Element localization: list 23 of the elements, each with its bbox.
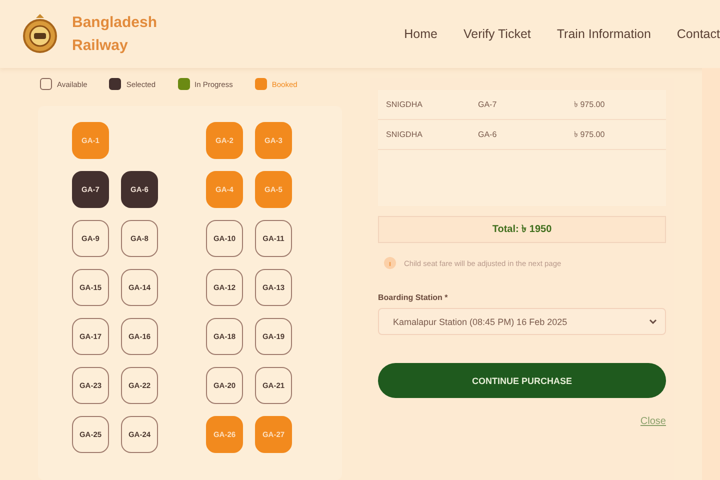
nav-link[interactable]: Home xyxy=(404,27,438,41)
total-amount: Total: ৳ 1950 xyxy=(492,223,552,237)
nav-link[interactable]: Train Information xyxy=(556,27,651,41)
chevron-down-icon xyxy=(649,319,657,324)
railway-emblem-icon xyxy=(22,12,58,56)
boarding-station-select[interactable]: Kamalapur Station (08:45 PM) 16 Feb 2025 xyxy=(378,308,666,335)
info-icon xyxy=(384,257,396,269)
table-cell-text: ৳ 975.00 xyxy=(574,129,606,141)
table-cell-text: SNIGDHA xyxy=(386,130,424,139)
brand-name: Bangladesh xyxy=(72,14,158,31)
table-cell-text: ৳ 975.00 xyxy=(574,99,606,111)
table-cell-text: GA-7 xyxy=(478,100,498,109)
nav-link[interactable]: Verify Ticket xyxy=(463,27,531,41)
nav-link[interactable]: Contact xyxy=(676,27,720,41)
brand-name: Railway xyxy=(72,37,129,54)
legend-swatch xyxy=(178,78,190,90)
continue-purchase-button[interactable]: CONTINUE PURCHASE xyxy=(378,363,666,398)
table-cell-text: SNIGDHA xyxy=(386,100,424,109)
field-label: Boarding Station * xyxy=(378,293,449,302)
table-cell-text: GA-6 xyxy=(478,130,498,139)
legend-swatch xyxy=(109,78,122,90)
legend-swatch xyxy=(40,78,52,90)
legend-swatch xyxy=(254,78,267,90)
